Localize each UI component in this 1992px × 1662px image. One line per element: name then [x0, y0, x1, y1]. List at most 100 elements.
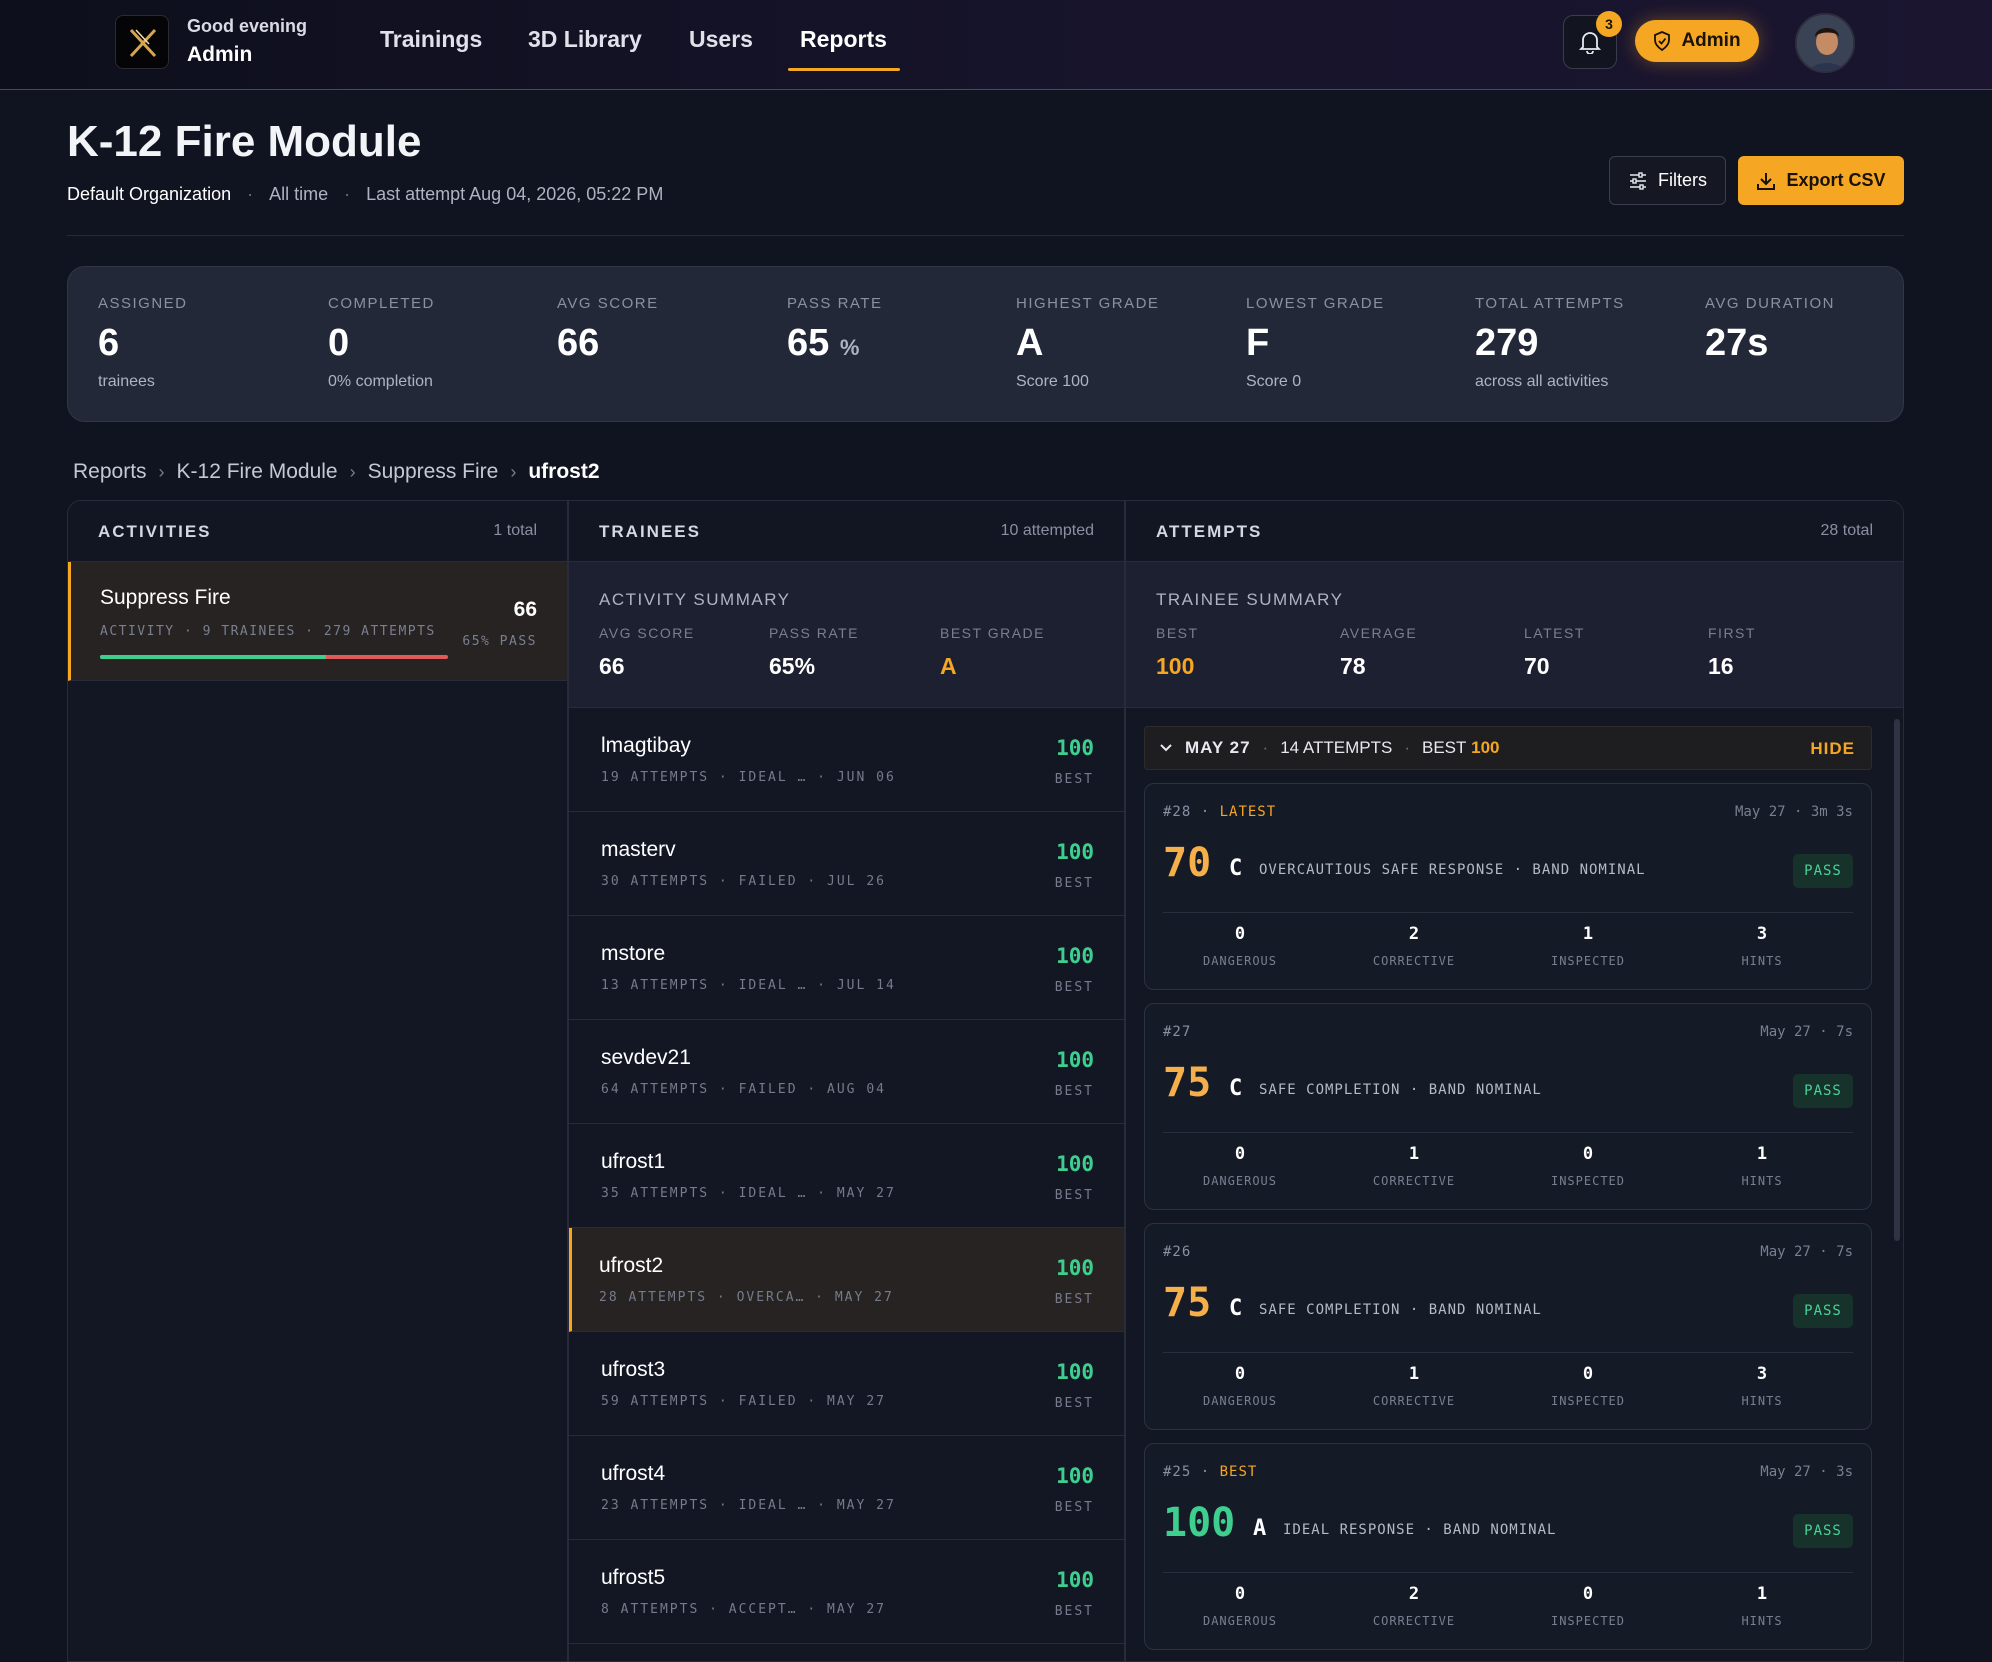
filters-button[interactable]: Filters: [1609, 156, 1726, 205]
shield-check-icon: [1654, 31, 1671, 51]
metric-value: 0: [1234, 1364, 1246, 1384]
metric-value: 2: [1408, 1584, 1420, 1604]
breadcrumb-activity[interactable]: Suppress Fire: [368, 460, 499, 484]
app-logo[interactable]: [115, 15, 169, 69]
attempt-tag: LATEST: [1219, 804, 1277, 820]
admin-role-button[interactable]: Admin: [1635, 20, 1759, 62]
stat-value: 66: [557, 322, 659, 365]
avatar-image: [1797, 15, 1853, 71]
stat-pass-rate: PASS RATE 65 %: [787, 295, 882, 365]
stat-avg-duration: AVG DURATION 27s: [1705, 295, 1835, 365]
activities-header: ACTIVITIES 1 total: [68, 501, 567, 562]
metric-label: DANGEROUS: [1202, 1394, 1278, 1408]
stat-number: 0: [328, 322, 350, 364]
trainee-meta: 59 ATTEMPTS · FAILED · MAY 27: [601, 1394, 886, 1409]
trainee-meta: 35 ATTEMPTS · IDEAL … · MAY 27: [601, 1186, 896, 1201]
nav-reports[interactable]: Reports: [800, 26, 887, 53]
metric-label: HINTS: [1741, 1614, 1783, 1628]
group-separator: ·: [1262, 738, 1269, 757]
stat-lowest-grade: LOWEST GRADE F Score 0: [1246, 295, 1385, 391]
trainee-score: 100: [1056, 736, 1094, 760]
trainee-meta: 28 ATTEMPTS · OVERCA… · MAY 27: [599, 1290, 894, 1305]
trainee-row[interactable]: ufrost1 35 ATTEMPTS · IDEAL … · MAY 27 1…: [569, 1124, 1124, 1228]
hide-group-button[interactable]: HIDE: [1810, 739, 1855, 759]
trainee-meta: 30 ATTEMPTS · FAILED · JUL 26: [601, 874, 886, 889]
trainee-score: 100: [1056, 1360, 1094, 1384]
attempt-card[interactable]: #25 · BEST May 27 · 3s 100 A IDEAL RESPO…: [1144, 1443, 1872, 1650]
metric-dangerous: 0 DANGEROUS: [1153, 1364, 1327, 1408]
trainee-name: ufrost3: [601, 1358, 666, 1381]
stat-label: TOTAL ATTEMPTS: [1475, 295, 1625, 312]
stat-value: F: [1246, 322, 1385, 365]
trainee-row[interactable]: lmagtibay 19 ATTEMPTS · IDEAL … · JUN 06…: [569, 708, 1124, 812]
metric-label: DANGEROUS: [1202, 954, 1278, 968]
greeting: Good evening Admin: [187, 16, 307, 67]
summary-key: LATEST: [1524, 625, 1585, 641]
trainee-row[interactable]: ufrost5 8 ATTEMPTS · ACCEPT… · MAY 27 10…: [569, 1540, 1124, 1644]
export-label: Export CSV: [1786, 170, 1886, 190]
trainee-row[interactable]: sevdev21 64 ATTEMPTS · FAILED · AUG 04 1…: [569, 1020, 1124, 1124]
trainee-score: 100: [1056, 1048, 1094, 1072]
attempts-scrollbar[interactable]: [1894, 719, 1900, 1241]
trainee-best-label: BEST: [1054, 980, 1094, 995]
attempt-card[interactable]: #26 May 27 · 7s 75 C SAFE COMPLETION · B…: [1144, 1223, 1872, 1430]
nav-trainings[interactable]: Trainings: [380, 26, 482, 53]
attempt-card[interactable]: #28 · LATEST May 27 · 3m 3s 70 C OVERCAU…: [1144, 783, 1872, 990]
trainee-name: ufrost4: [601, 1462, 666, 1485]
trainee-name: lmagtibay: [601, 734, 691, 757]
breadcrumb-reports[interactable]: Reports: [73, 460, 147, 484]
metric-dangerous: 0 DANGEROUS: [1153, 1144, 1327, 1188]
metric-dangerous: 0 DANGEROUS: [1153, 924, 1327, 968]
trainee-row-selected[interactable]: ufrost2 28 ATTEMPTS · OVERCA… · MAY 27 1…: [569, 1228, 1124, 1332]
chevron-right-icon: ›: [349, 461, 356, 482]
stat-number: 6: [98, 322, 120, 364]
date-group-header[interactable]: MAY 27 · 14 ATTEMPTS · BEST 100 HIDE: [1144, 726, 1872, 770]
trainee-score: 100: [1056, 944, 1094, 968]
panel-title: ACTIVITIES: [98, 522, 212, 541]
stat-subtext: across all activities: [1475, 373, 1609, 390]
metric-inspected: 0 INSPECTED: [1501, 1364, 1675, 1408]
notification-count-badge: 3: [1596, 11, 1622, 37]
attempt-number: #27: [1163, 1024, 1192, 1040]
stat-label: AVG SCORE: [557, 295, 659, 312]
metric-label: HINTS: [1741, 1394, 1783, 1408]
download-icon: [1757, 172, 1776, 190]
activity-item[interactable]: Suppress Fire ACTIVITY · 9 TRAINEES · 27…: [68, 562, 567, 681]
stat-subtext: trainees: [98, 373, 155, 390]
summary-first: FIRST 16: [1708, 625, 1756, 680]
trainee-row[interactable]: ufrost3 59 ATTEMPTS · FAILED · MAY 27 10…: [569, 1332, 1124, 1436]
nav-3d-library[interactable]: 3D Library: [528, 26, 642, 53]
attempt-card[interactable]: #27 May 27 · 7s 75 C SAFE COMPLETION · B…: [1144, 1003, 1872, 1210]
breadcrumb-current: ufrost2: [528, 460, 600, 483]
group-best-label: BEST: [1422, 738, 1467, 757]
breadcrumb-module[interactable]: K-12 Fire Module: [177, 460, 338, 484]
export-csv-button[interactable]: Export CSV: [1738, 156, 1904, 205]
attempt-score: 75: [1163, 1060, 1212, 1106]
summary-value: 100: [1156, 653, 1195, 679]
metric-label: CORRECTIVE: [1372, 954, 1456, 968]
nav-users[interactable]: Users: [689, 26, 753, 53]
meta-separator: ·: [344, 184, 351, 204]
attempt-score: 100: [1163, 1500, 1236, 1546]
summary-value: 66: [599, 653, 625, 679]
pass-badge: PASS: [1793, 1074, 1853, 1108]
trainee-row[interactable]: mstore 13 ATTEMPTS · IDEAL … · JUL 14 10…: [569, 916, 1124, 1020]
attempt-header: #28 · LATEST: [1163, 804, 1277, 820]
divider: [1163, 912, 1853, 913]
trainee-row[interactable]: masterv 30 ATTEMPTS · FAILED · JUL 26 10…: [569, 812, 1124, 916]
admin-role-label: Admin: [1681, 30, 1741, 51]
trainee-row[interactable]: ufrost4 23 ATTEMPTS · IDEAL … · MAY 27 1…: [569, 1436, 1124, 1540]
metric-value: 1: [1756, 1144, 1768, 1164]
attempts-header: ATTEMPTS 28 total: [1126, 501, 1903, 562]
attempt-date: May 27 · 3m 3s: [1734, 804, 1853, 820]
trainee-score: 100: [1056, 1568, 1094, 1592]
trainee-score: 100: [1056, 1152, 1094, 1176]
stat-label: ASSIGNED: [98, 295, 188, 312]
user-avatar[interactable]: [1795, 13, 1855, 73]
divider: [1163, 1572, 1853, 1573]
attempt-description: SAFE COMPLETION · BAND NOMINAL: [1259, 1082, 1542, 1098]
summary-key: AVERAGE: [1340, 625, 1418, 641]
attempt-description: IDEAL RESPONSE · BAND NOMINAL: [1283, 1522, 1557, 1538]
stat-label: AVG DURATION: [1705, 295, 1835, 312]
stat-label: LOWEST GRADE: [1246, 295, 1385, 312]
